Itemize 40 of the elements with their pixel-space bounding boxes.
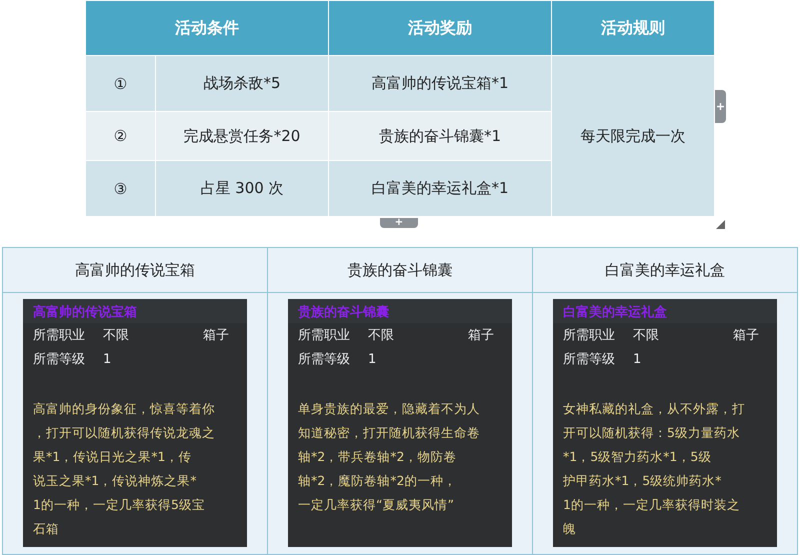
field-label: 所需职业 <box>563 327 616 344</box>
column-header: 高富帅的传说宝箱 <box>2 248 268 292</box>
column-header: 活动条件 <box>86 0 328 56</box>
item-type: 箱子 <box>203 327 229 344</box>
table-cell: 高富帅的传说宝箱*1 <box>328 56 552 112</box>
add-row-handle[interactable]: + <box>380 218 418 228</box>
field-label: 所需等级 <box>298 351 351 368</box>
column-header: 贵族的奋斗锦囊 <box>268 248 532 292</box>
item-type: 箱子 <box>468 327 494 344</box>
resize-icon[interactable] <box>716 220 725 229</box>
table-cell: 白富美的幸运礼盒*1 <box>328 160 552 216</box>
item-title: 白富美的幸运礼盒 <box>553 299 777 323</box>
table-cell: 占星 300 次 <box>156 160 328 216</box>
add-column-handle[interactable]: + <box>715 90 726 123</box>
table-cell: 贵族的奋斗锦囊*1 <box>328 112 552 160</box>
item-description: 高富帅的身份象征，惊喜等着你 ，打开可以随机获得传说龙魂之 果*1，传说日光之果*1，传 说玉之果*1，传说神炼之果* 1的一种，一定几率获得5级宝 石箱 <box>33 400 216 538</box>
item-description: 女神私藏的礼盒，从不外露，打 开可以随机获得：5级力量药水 *1，5级智力药水*1，5级 护甲药水*1，5级统帅药水* 1的一种，一定几率获得时装之 魄 <box>563 400 746 538</box>
field-label: 所需等级 <box>563 351 616 368</box>
field-label: 所需职业 <box>298 327 351 344</box>
item-description: 单身贵族的最爱，隐藏着不为人 知道秘密，打开随机获得生命卷 轴*2，带兵卷轴*2，物防卷 轴*2，魔防卷轴*2的一种， 一定几率获得“夏威夷风情” <box>298 400 481 514</box>
field-label: 所需等级 <box>33 351 86 368</box>
field-value: 1 <box>368 352 378 366</box>
column-header: 白富美的幸运礼盒 <box>532 248 798 292</box>
table-cell: ③ <box>86 160 156 216</box>
item-type: 箱子 <box>733 327 759 344</box>
field-value: 1 <box>633 352 642 366</box>
column-header: 活动奖励 <box>328 0 552 56</box>
table-cell: 每天限完成一次 <box>552 56 714 216</box>
field-label: 所需职业 <box>33 327 86 344</box>
table-cell: ② <box>86 112 156 160</box>
column-header: 活动规则 <box>552 0 714 56</box>
field-value: 不限 <box>368 327 395 344</box>
item-title: 高富帅的传说宝箱 <box>23 299 247 323</box>
item-title: 贵族的奋斗锦囊 <box>288 299 512 323</box>
table-cell: 完成悬赏任务*20 <box>156 112 328 160</box>
field-value: 不限 <box>103 327 130 344</box>
table-cell: ① <box>86 56 156 112</box>
table-cell: 战场杀敌*5 <box>156 56 328 112</box>
field-value: 1 <box>103 352 112 366</box>
field-value: 不限 <box>633 327 660 344</box>
